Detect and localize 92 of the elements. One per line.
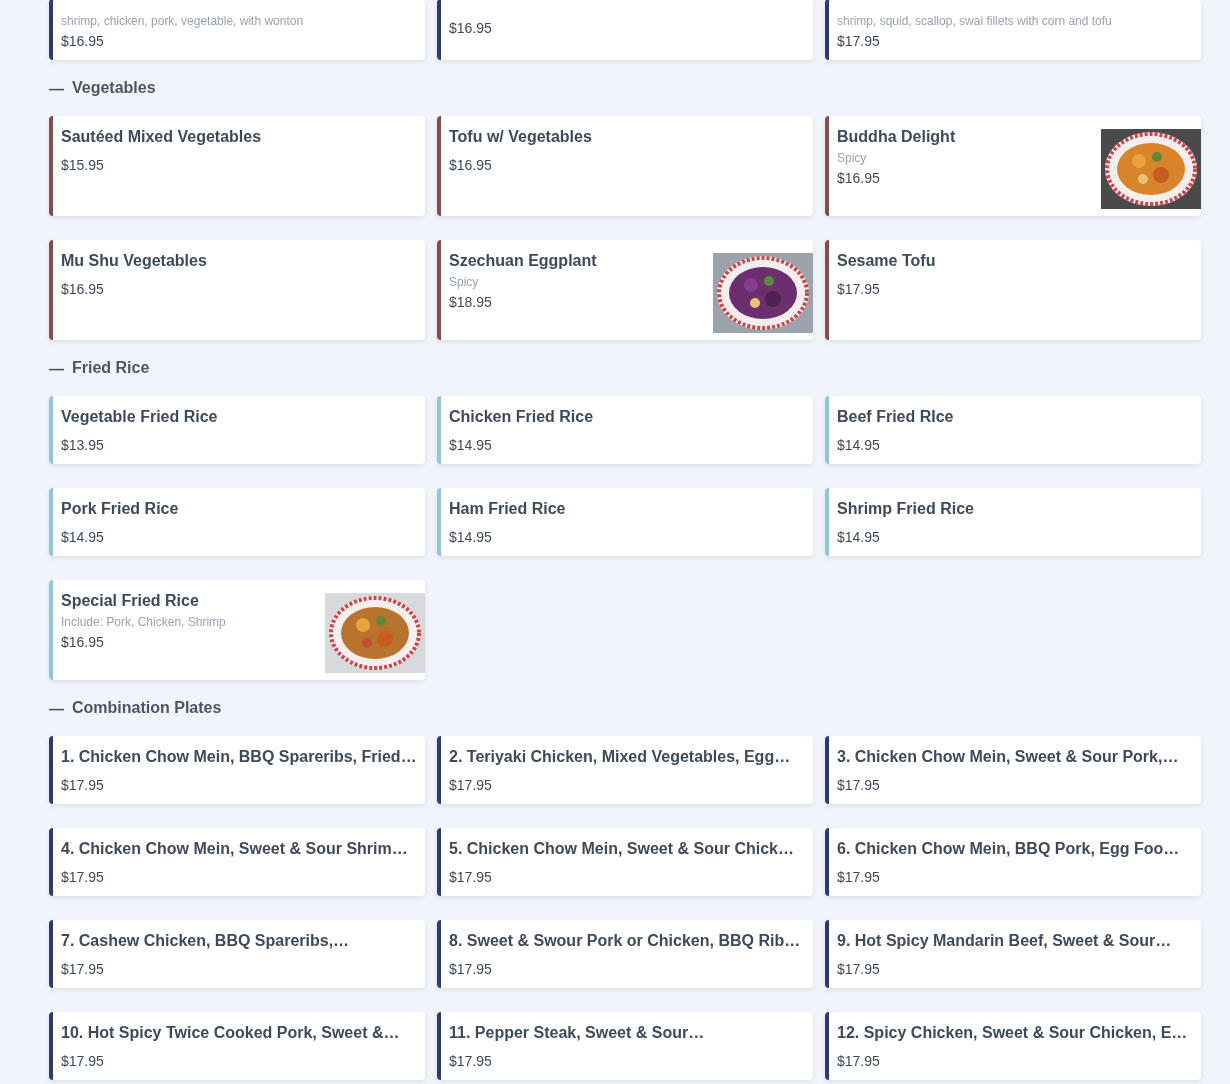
item-name: Tofu w/ Vegetables	[449, 127, 592, 147]
item-name: Sautéed Mixed Vegetables	[61, 127, 262, 147]
menu-item-card[interactable]: Vegetable Fried Rice $13.95	[49, 396, 425, 464]
item-name: 2. Teriyaki Chicken, Mixed Vegetables, Egg…	[449, 747, 791, 767]
menu-item-card[interactable]: Beef Fried RIce $14.95	[825, 396, 1201, 464]
menu-item-card[interactable]: shrimp, squid, scallop, swai fillets with corn and tofu $17.95	[825, 0, 1201, 60]
item-name: Mu Shu Vegetables	[61, 251, 207, 271]
item-name: 7. Cashew Chicken, BBQ Spareribs,…	[61, 931, 350, 951]
menu-item-card[interactable]: 8. Sweet & Swour Pork or Chicken, BBQ Rib… $17.95	[437, 920, 813, 988]
item-name: 8. Sweet & Swour Pork or Chicken, BBQ Rib…	[449, 931, 801, 951]
item-name: Beef Fried RIce	[837, 407, 954, 427]
item-name: 11. Pepper Steak, Sweet & Sour…	[449, 1023, 705, 1043]
item-name: Chicken Fried Rice	[449, 407, 594, 427]
menu-item-card[interactable]: 4. Chicken Chow Mein, Sweet & Sour Shrim… $17.95	[49, 828, 425, 896]
menu-item-card[interactable]: Sautéed Mixed Vegetables $15.95	[49, 116, 425, 216]
menu-item-card[interactable]: Special Fried Rice Include: Pork, Chicken, Shrimp $16.95	[49, 580, 425, 680]
menu-item-card[interactable]: 9. Hot Spicy Mandarin Beef, Sweet & Sour… $17.95	[825, 920, 1201, 988]
item-price: $16.95	[449, 156, 493, 174]
menu-item-card[interactable]: Szechuan Eggplant Spicy $18.95	[437, 240, 813, 340]
item-price: $14.95	[449, 528, 493, 546]
menu-item-card[interactable]: 3. Chicken Chow Mein, Sweet & Sour Pork,… $17.95	[825, 736, 1201, 804]
item-name: Pork Fried Rice	[61, 499, 179, 519]
item-price: $16.95	[61, 280, 105, 298]
item-price: $14.95	[837, 436, 881, 454]
item-description: shrimp, chicken, pork, vegetable, with wonton	[61, 13, 304, 29]
item-price: $16.95	[449, 19, 492, 37]
menu-item-card[interactable]: 1. Chicken Chow Mein, BBQ Spareribs, Fried… $17.95	[49, 736, 425, 804]
item-price: $17.95	[837, 960, 881, 978]
item-name: Ham Fried Rice	[449, 499, 566, 519]
item-price: $17.95	[837, 280, 881, 298]
item-price: $17.95	[61, 776, 105, 794]
item-price: $17.95	[837, 776, 881, 794]
collapse-toggle[interactable]: —	[49, 359, 64, 377]
menu-item-card[interactable]: 7. Cashew Chicken, BBQ Spareribs,… $17.95	[49, 920, 425, 988]
item-name: Sesame Tofu	[837, 251, 936, 271]
item-description: Spicy	[837, 150, 868, 166]
item-name: 5. Chicken Chow Mein, Sweet & Sour Chick…	[449, 839, 794, 859]
item-price: $14.95	[449, 436, 493, 454]
menu-item-card[interactable]: 5. Chicken Chow Mein, Sweet & Sour Chick… $17.95	[437, 828, 813, 896]
item-price: $18.95	[449, 293, 493, 311]
item-price: $16.95	[61, 32, 105, 50]
section-title: Fried Rice	[72, 359, 150, 377]
item-price: $17.95	[449, 1052, 493, 1070]
menu-item-card[interactable]: Ham Fried Rice $14.95	[437, 488, 813, 556]
item-name: 10. Hot Spicy Twice Cooked Pork, Sweet &…	[61, 1023, 400, 1043]
item-name: 3. Chicken Chow Mein, Sweet & Sour Pork,…	[837, 747, 1179, 767]
item-name: Szechuan Eggplant	[449, 251, 597, 271]
item-name: 6. Chicken Chow Mein, BBQ Pork, Egg Foo…	[837, 839, 1180, 859]
menu-item-card[interactable]: Buddha Delight Spicy $16.95	[825, 116, 1201, 216]
item-description: shrimp, squid, scallop, swai fillets with corn and tofu	[837, 13, 1112, 29]
menu-item-card[interactable]: shrimp, chicken, pork, vegetable, with wonton $16.95	[49, 0, 425, 60]
section-title: Vegetables	[72, 79, 156, 97]
item-name: Shrimp Fried Rice	[837, 499, 974, 519]
item-name: 12. Spicy Chicken, Sweet & Sour Chicken, E…	[837, 1023, 1188, 1043]
item-price: $17.95	[837, 868, 881, 886]
item-price: $17.95	[837, 32, 881, 50]
menu-item-card[interactable]: $16.95	[437, 0, 813, 60]
collapse-toggle[interactable]: —	[49, 79, 64, 97]
item-description: Include: Pork, Chicken, Shrimp	[61, 614, 226, 630]
item-price: $17.95	[61, 1052, 105, 1070]
item-price: $15.95	[61, 156, 105, 174]
section-title: Combination Plates	[72, 699, 222, 717]
item-price: $17.95	[61, 868, 105, 886]
menu-item-card[interactable]: 10. Hot Spicy Twice Cooked Pork, Sweet &… $17.95	[49, 1012, 425, 1080]
item-price: $14.95	[837, 528, 881, 546]
item-price: $17.95	[449, 868, 493, 886]
menu-item-card[interactable]: Chicken Fried Rice $14.95	[437, 396, 813, 464]
item-price: $17.95	[837, 1052, 881, 1070]
item-name: 9. Hot Spicy Mandarin Beef, Sweet & Sour…	[837, 931, 1172, 951]
collapse-toggle[interactable]: —	[49, 699, 64, 717]
menu-item-card[interactable]: Mu Shu Vegetables $16.95	[49, 240, 425, 340]
item-price: $16.95	[61, 633, 105, 651]
item-price: $14.95	[61, 528, 105, 546]
menu-item-card[interactable]: Sesame Tofu $17.95	[825, 240, 1201, 340]
menu-item-card[interactable]: Tofu w/ Vegetables $16.95	[437, 116, 813, 216]
item-price: $17.95	[61, 960, 105, 978]
menu-item-card[interactable]: Shrimp Fried Rice $14.95	[825, 488, 1201, 556]
menu-item-card[interactable]: Pork Fried Rice $14.95	[49, 488, 425, 556]
item-name: 4. Chicken Chow Mein, Sweet & Sour Shrim…	[61, 839, 408, 859]
menu-item-card[interactable]: 2. Teriyaki Chicken, Mixed Vegetables, Egg… $17.95	[437, 736, 813, 804]
menu-item-card[interactable]: 6. Chicken Chow Mein, BBQ Pork, Egg Foo… $17.95	[825, 828, 1201, 896]
item-name: Vegetable Fried Rice	[61, 407, 218, 427]
item-price: $16.95	[837, 169, 881, 187]
item-description: Spicy	[449, 274, 480, 290]
menu-item-card[interactable]: 12. Spicy Chicken, Sweet & Sour Chicken, E… $17.95	[825, 1012, 1201, 1080]
item-name: Buddha Delight	[837, 127, 956, 147]
item-name: 1. Chicken Chow Mein, BBQ Spareribs, Fried…	[61, 747, 417, 767]
item-price: $17.95	[449, 776, 493, 794]
item-name: Special Fried Rice	[61, 591, 200, 611]
menu-item-card[interactable]: 11. Pepper Steak, Sweet & Sour… $17.95	[437, 1012, 813, 1080]
item-price: $13.95	[61, 436, 105, 454]
item-price: $17.95	[449, 960, 493, 978]
